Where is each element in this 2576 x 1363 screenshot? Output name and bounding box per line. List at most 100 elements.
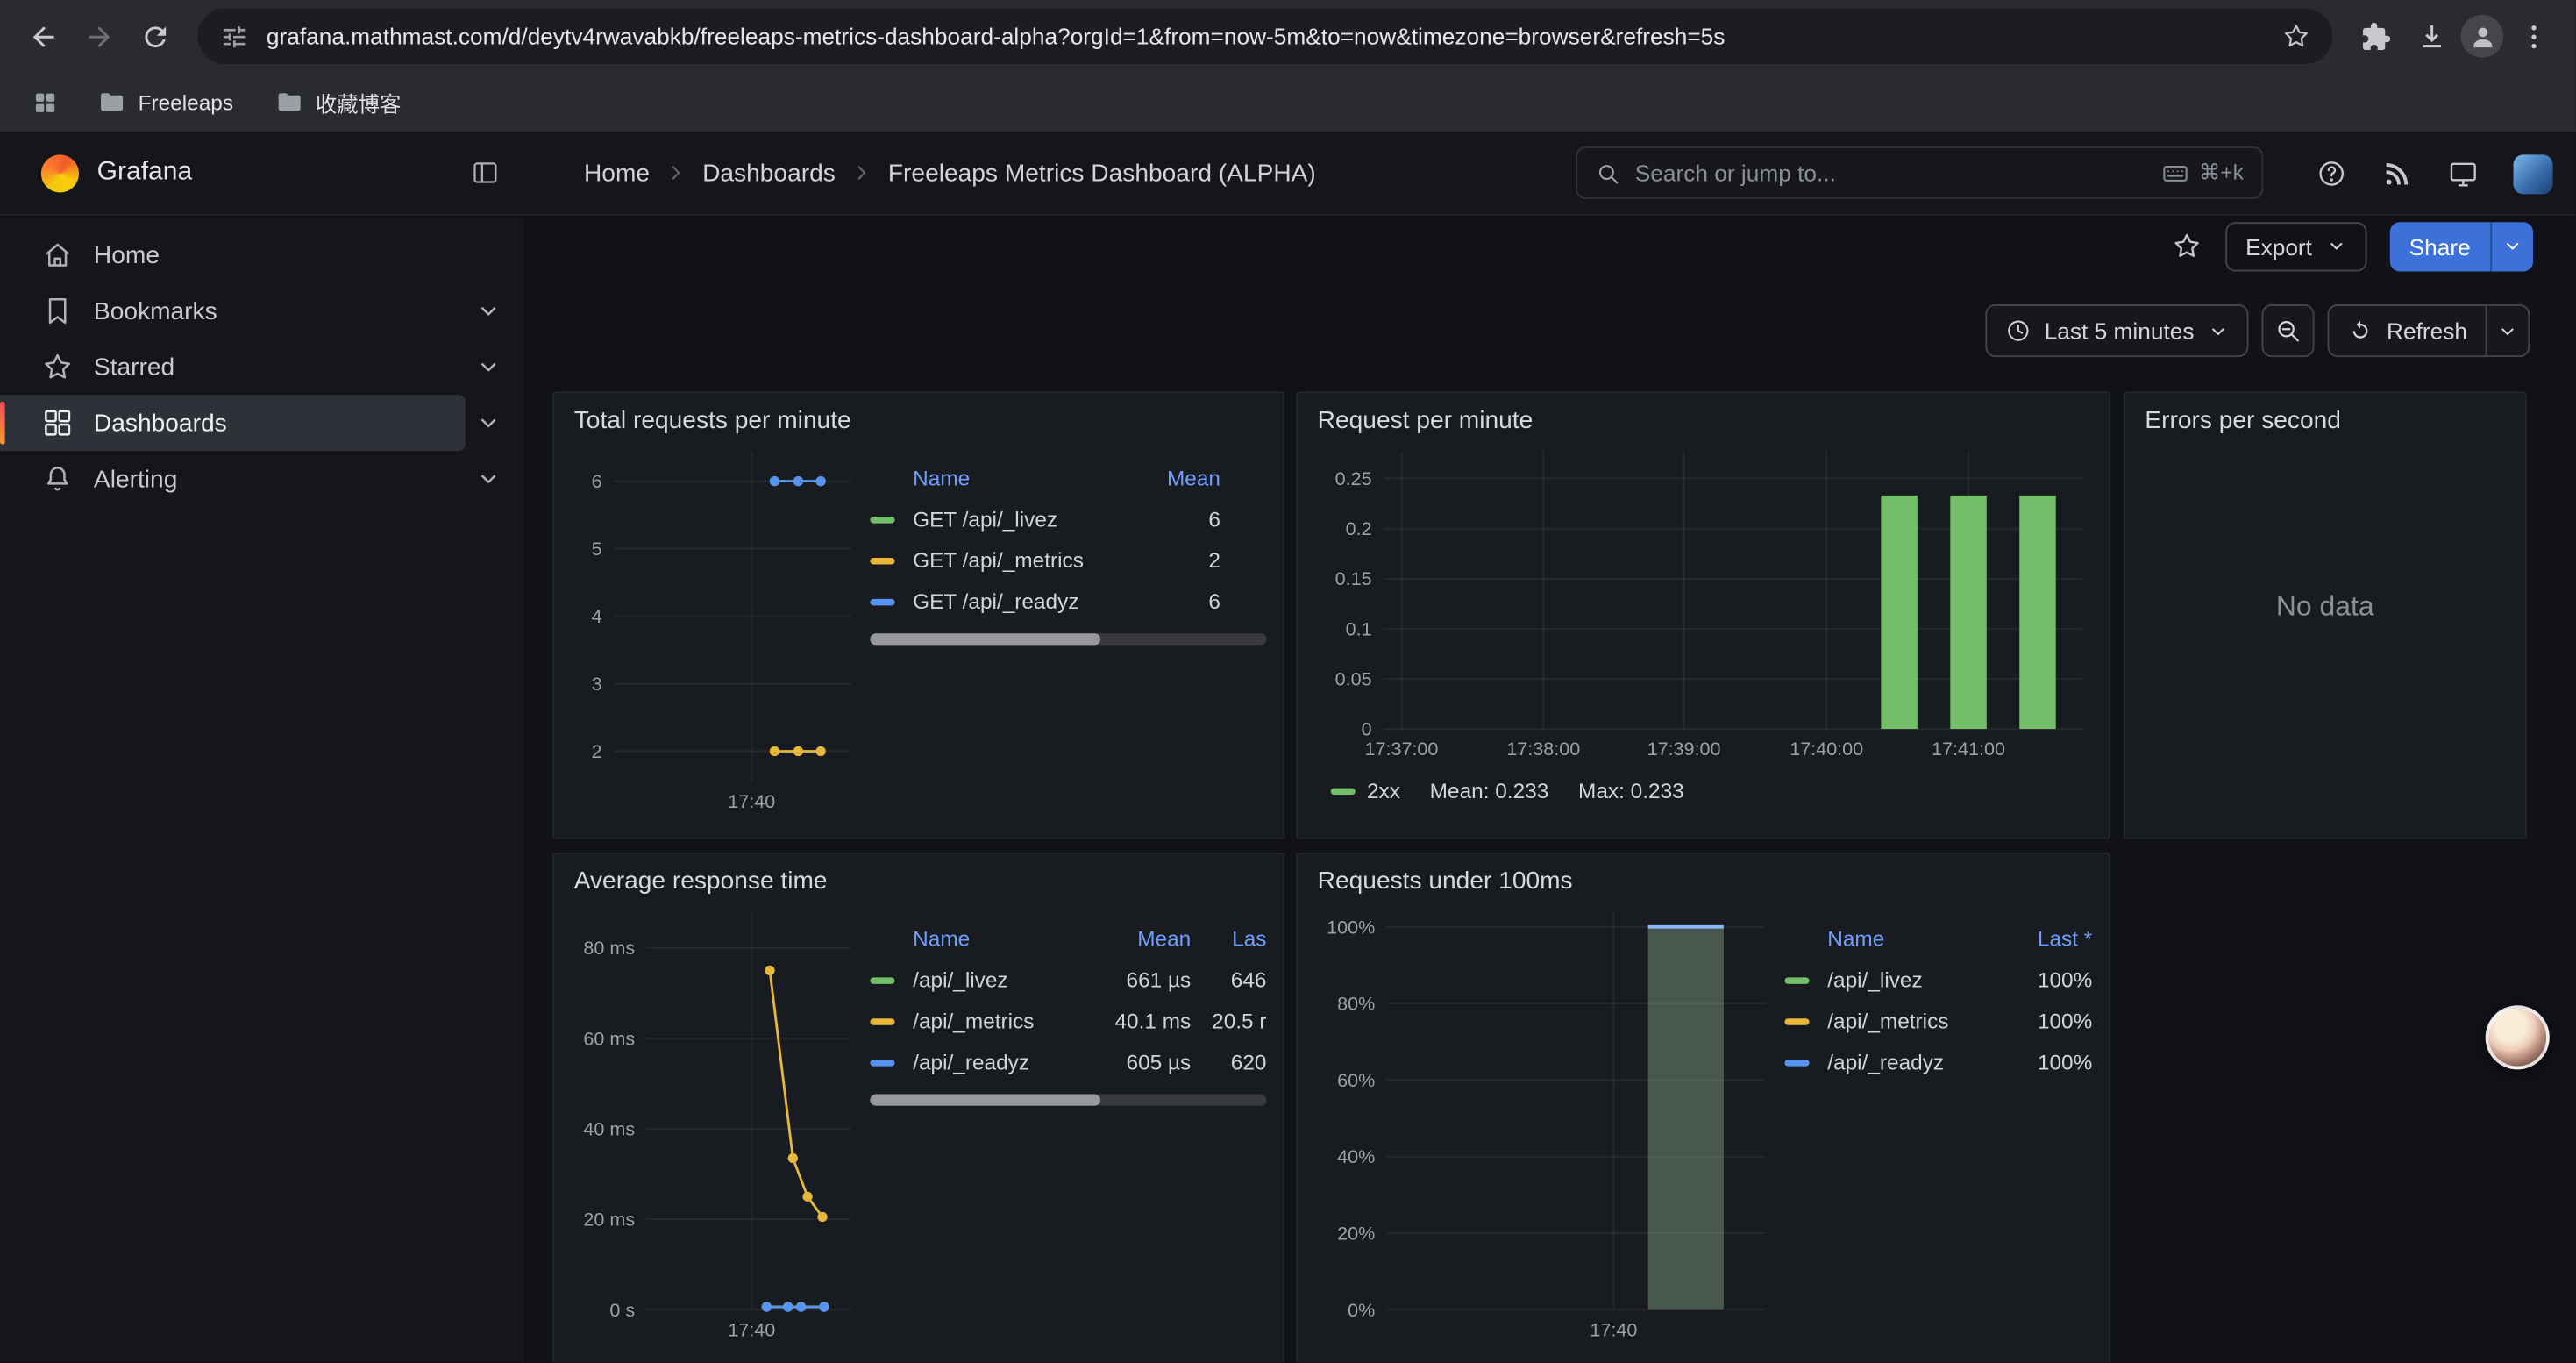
breadcrumb-separator-icon bbox=[665, 161, 687, 184]
legend-row: /api/_metrics 40.1 ms 20.5 r bbox=[870, 1001, 1266, 1042]
sidebar-item-dashboards[interactable]: Dashboards bbox=[0, 395, 522, 451]
refresh-button[interactable]: Refresh bbox=[2327, 304, 2487, 357]
panel-title[interactable]: Errors per second bbox=[2125, 393, 2525, 438]
request-per-minute-chart[interactable]: 0.250.20.150.10.05017:37:0017:38:0017:39… bbox=[1318, 441, 2093, 762]
svg-text:0.05: 0.05 bbox=[1335, 667, 1372, 689]
sidebar-collapse-button[interactable] bbox=[471, 158, 501, 188]
svg-text:0%: 0% bbox=[1348, 1299, 1375, 1321]
no-data-message: No data bbox=[2125, 438, 2525, 775]
bookmark-page-button[interactable] bbox=[2274, 13, 2320, 60]
scrollbar-thumb bbox=[870, 1095, 1099, 1106]
assistant-avatar[interactable] bbox=[2486, 1005, 2550, 1069]
legend-row: /api/_readyz 100% bbox=[1784, 1042, 2092, 1083]
breadcrumb-current: Freeleaps Metrics Dashboard (ALPHA) bbox=[888, 159, 1316, 187]
rss-icon bbox=[2381, 158, 2413, 189]
chevron-down-icon[interactable] bbox=[475, 353, 502, 380]
share-dropdown-button[interactable] bbox=[2490, 221, 2533, 270]
bookmark-item-freeleaps[interactable]: Freeleaps bbox=[86, 79, 246, 125]
refresh-interval-button[interactable] bbox=[2487, 304, 2530, 357]
svg-text:0: 0 bbox=[1362, 718, 1372, 740]
series-name[interactable]: GET /api/_metrics bbox=[913, 548, 1128, 573]
search-input[interactable]: Search or jump to... ⌘+k bbox=[1576, 146, 2263, 199]
svg-text:17:40: 17:40 bbox=[728, 1318, 775, 1340]
clock-icon bbox=[2005, 318, 2032, 344]
svg-text:0.1: 0.1 bbox=[1346, 617, 1372, 639]
breadcrumb-home[interactable]: Home bbox=[584, 159, 650, 187]
browser-menu-button[interactable] bbox=[2507, 10, 2559, 62]
downloads-button[interactable] bbox=[2405, 10, 2458, 62]
bookmark-item-blog[interactable]: 收藏博客 bbox=[263, 79, 415, 125]
series-name[interactable]: GET /api/_readyz bbox=[913, 589, 1128, 614]
sidebar-item-bookmarks[interactable]: Bookmarks bbox=[0, 283, 522, 339]
legend-col-last[interactable]: Las bbox=[1191, 926, 1266, 951]
extensions-button[interactable] bbox=[2349, 10, 2402, 62]
reload-button[interactable] bbox=[128, 10, 181, 62]
panel-title[interactable]: Average response time bbox=[554, 854, 1283, 899]
svg-text:80%: 80% bbox=[1337, 993, 1375, 1015]
series-mean: 40.1 ms bbox=[1089, 1009, 1191, 1033]
series-name[interactable]: 2xx bbox=[1367, 778, 1400, 803]
chevron-down-icon[interactable] bbox=[475, 298, 502, 325]
svg-text:40 ms: 40 ms bbox=[583, 1117, 635, 1139]
sidebar-item-alerting[interactable]: Alerting bbox=[0, 451, 522, 507]
chevron-down-icon[interactable] bbox=[475, 410, 502, 436]
topnav-icons bbox=[2316, 132, 2552, 216]
share-button-group: Share bbox=[2389, 221, 2533, 270]
legend-col-last[interactable]: Last * bbox=[1990, 926, 2092, 951]
series-name[interactable]: /api/_readyz bbox=[913, 1050, 1089, 1074]
panel-title[interactable]: Requests under 100ms bbox=[1298, 854, 2109, 899]
average-response-time-chart[interactable]: 80 ms60 ms40 ms20 ms0 s17:40 bbox=[571, 902, 860, 1343]
series-name[interactable]: /api/_metrics bbox=[1827, 1009, 1990, 1033]
news-button[interactable] bbox=[2381, 158, 2413, 189]
requests-under-100ms-chart[interactable]: 100%80%60%40%20%0%17:40 bbox=[1314, 902, 1775, 1343]
apps-grid-button[interactable] bbox=[20, 77, 69, 126]
legend-col-mean[interactable]: Mean bbox=[1128, 466, 1220, 490]
legend-scrollbar[interactable] bbox=[870, 1095, 1266, 1106]
favorite-dashboard-button[interactable] bbox=[2172, 231, 2203, 262]
legend-col-name[interactable]: Name bbox=[913, 926, 1089, 951]
sidebar-nav: Home Bookmarks Starred Dashboards Alerti… bbox=[0, 218, 523, 1363]
folder-icon bbox=[99, 89, 125, 115]
chevron-down-icon bbox=[2501, 235, 2523, 256]
series-swatch bbox=[870, 1017, 894, 1024]
series-last: 20.5 r bbox=[1191, 1009, 1266, 1033]
total-requests-chart[interactable]: 6543217:40 bbox=[571, 441, 860, 815]
legend-col-name[interactable]: Name bbox=[913, 466, 1128, 490]
help-button[interactable] bbox=[2316, 158, 2347, 189]
breadcrumb-dashboards[interactable]: Dashboards bbox=[702, 159, 836, 187]
svg-text:17:40: 17:40 bbox=[728, 790, 775, 812]
user-avatar[interactable] bbox=[2514, 153, 2553, 193]
chevron-down-icon[interactable] bbox=[475, 466, 502, 492]
legend-scrollbar[interactable] bbox=[870, 633, 1266, 645]
series-name[interactable]: /api/_livez bbox=[913, 967, 1089, 992]
legend-col-name[interactable]: Name bbox=[1827, 926, 1990, 951]
home-icon bbox=[41, 239, 75, 272]
panel-title[interactable]: Request per minute bbox=[1298, 393, 2109, 438]
url-bar[interactable]: grafana.mathmast.com/d/deytv4rwavabkb/fr… bbox=[197, 8, 2332, 64]
star-icon bbox=[2172, 231, 2203, 262]
series-name[interactable]: /api/_livez bbox=[1827, 967, 1990, 992]
legend-col-mean[interactable]: Mean bbox=[1089, 926, 1191, 951]
svg-text:0.15: 0.15 bbox=[1335, 567, 1372, 589]
browser-profile-button[interactable] bbox=[2460, 15, 2503, 58]
sidebar-item-starred[interactable]: Starred bbox=[0, 339, 522, 395]
panel-title[interactable]: Total requests per minute bbox=[554, 393, 1283, 438]
series-name[interactable]: /api/_readyz bbox=[1827, 1050, 1990, 1074]
export-button[interactable]: Export bbox=[2226, 221, 2366, 270]
series-name[interactable]: GET /api/_livez bbox=[913, 507, 1128, 532]
forward-button[interactable] bbox=[73, 10, 125, 62]
time-range-picker[interactable]: Last 5 minutes bbox=[1985, 304, 2248, 357]
bookmark-label: Freeleaps bbox=[139, 89, 233, 114]
display-button[interactable] bbox=[2447, 158, 2479, 189]
chevron-down-icon bbox=[2325, 235, 2346, 256]
svg-text:17:40: 17:40 bbox=[1590, 1318, 1637, 1340]
zoom-out-button[interactable] bbox=[2261, 304, 2314, 357]
grafana-logo bbox=[41, 153, 79, 191]
sidebar-item-home[interactable]: Home bbox=[0, 227, 522, 283]
panel-legend: Name Mean GET /api/_livez 6 GET /api/_me… bbox=[870, 458, 1266, 815]
share-button[interactable]: Share bbox=[2389, 221, 2490, 270]
site-settings-icon[interactable] bbox=[220, 22, 248, 50]
url-text: grafana.mathmast.com/d/deytv4rwavabkb/fr… bbox=[267, 23, 2274, 49]
back-button[interactable] bbox=[17, 10, 69, 62]
series-name[interactable]: /api/_metrics bbox=[913, 1009, 1089, 1033]
